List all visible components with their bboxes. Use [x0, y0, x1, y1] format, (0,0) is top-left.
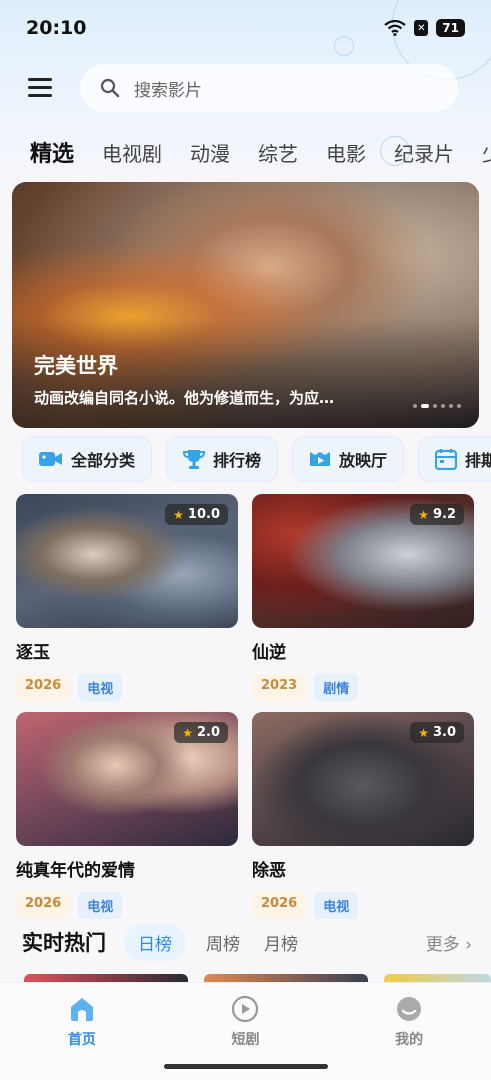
- tab-weekly[interactable]: 周榜: [206, 930, 240, 955]
- star-icon: ★: [182, 725, 193, 740]
- quick-link-label: 全部分类: [71, 451, 136, 470]
- tab-tv-series[interactable]: 电视剧: [102, 138, 162, 167]
- card-title[interactable]: 仙逆: [252, 638, 474, 664]
- category-tabs: 精选 电视剧 动漫 综艺 电影 纪录片 少: [0, 132, 491, 172]
- all-categories-button[interactable]: 全部分类: [22, 436, 153, 482]
- rating-badge: ★ 9.2: [410, 504, 464, 525]
- rating-value: 2.0: [196, 725, 220, 740]
- tab-kids[interactable]: 少: [482, 138, 491, 167]
- card-tags: 2026 电视: [252, 892, 474, 919]
- card-tags: 2023 剧情: [252, 674, 474, 701]
- screening-hall-button[interactable]: 放映厅: [292, 436, 405, 482]
- poster-image[interactable]: ★ 10.0: [16, 494, 238, 628]
- star-icon: ★: [173, 507, 184, 522]
- menu-icon[interactable]: [28, 78, 52, 98]
- star-icon: ★: [418, 725, 429, 740]
- battery-indicator: 71: [436, 19, 465, 37]
- card-title[interactable]: 除恶: [252, 856, 474, 882]
- section-title: 实时热门: [22, 931, 106, 955]
- type-tag: 剧情: [314, 674, 359, 701]
- banner-dot: [449, 404, 453, 408]
- status-bar: 20:10 ✕ 71: [0, 0, 491, 56]
- ranking-button[interactable]: 排行榜: [166, 436, 279, 482]
- play-circle-icon: [232, 995, 259, 1023]
- search-icon: [100, 78, 120, 98]
- banner-pagination: [413, 404, 461, 408]
- featured-banner[interactable]: 完美世界 动画改编自同名小说。他为修道而生，为应…: [12, 182, 479, 428]
- video-camera-icon: [39, 452, 62, 466]
- rating-value: 9.2: [432, 507, 456, 522]
- search-placeholder: 搜索影片: [134, 80, 202, 101]
- banner-dot: [441, 404, 445, 408]
- tab-anime[interactable]: 动漫: [190, 138, 230, 167]
- more-link[interactable]: 更多 ›: [426, 930, 472, 955]
- year-tag: 2026: [252, 892, 307, 919]
- trending-header: 实时热门 日榜 周榜 月榜 更多 ›: [22, 920, 472, 964]
- rating-badge: ★ 10.0: [165, 504, 228, 525]
- play-screen-icon: [310, 452, 331, 466]
- year-tag: 2026: [16, 674, 71, 701]
- tab-daily[interactable]: 日榜: [124, 923, 186, 961]
- media-card[interactable]: ★ 9.2 仙逆 2023 剧情: [252, 494, 474, 701]
- card-title[interactable]: 纯真年代的爱情: [16, 856, 238, 882]
- quick-link-label: 排期: [465, 451, 491, 470]
- star-icon: ★: [418, 507, 429, 522]
- tab-variety[interactable]: 综艺: [258, 138, 298, 167]
- card-title[interactable]: 逐玉: [16, 638, 238, 664]
- home-indicator[interactable]: [164, 1064, 328, 1069]
- poster-image[interactable]: ★ 2.0: [16, 712, 238, 846]
- quick-link-label: 放映厅: [339, 451, 388, 470]
- media-card[interactable]: ★ 2.0 纯真年代的爱情 2026 电视: [16, 712, 238, 919]
- calendar-icon: [435, 449, 458, 470]
- tab-featured[interactable]: 精选: [30, 136, 74, 168]
- banner-description: 动画改编自同名小说。他为修道而生，为应…: [34, 389, 335, 407]
- quick-link-label: 排行榜: [213, 451, 262, 470]
- search-input[interactable]: 搜索影片: [80, 64, 458, 112]
- rating-value: 10.0: [187, 507, 220, 522]
- type-tag: 电视: [314, 892, 359, 919]
- wifi-icon: [384, 20, 406, 36]
- poster-image[interactable]: ★ 3.0: [252, 712, 474, 846]
- year-tag: 2026: [16, 892, 71, 919]
- poster-image[interactable]: ★ 9.2: [252, 494, 474, 628]
- type-tag: 电视: [78, 674, 123, 701]
- schedule-button[interactable]: 排期: [418, 436, 491, 482]
- battery-level: 71: [442, 21, 459, 35]
- status-time: 20:10: [26, 17, 87, 39]
- nav-label: 我的: [395, 1032, 424, 1048]
- card-tags: 2026 电视: [16, 674, 238, 701]
- banner-dot-active: [421, 404, 429, 408]
- banner-dot: [457, 404, 461, 408]
- banner-dot: [413, 404, 417, 408]
- nav-label: 短剧: [231, 1032, 260, 1048]
- media-card[interactable]: ★ 3.0 除恶 2026 电视: [252, 712, 474, 919]
- home-icon: [70, 998, 93, 1021]
- chevron-right-icon: ›: [465, 935, 472, 955]
- tab-documentary[interactable]: 纪录片: [394, 138, 454, 167]
- year-tag: 2023: [252, 674, 307, 701]
- status-icons: ✕ 71: [384, 19, 465, 37]
- card-tags: 2026 电视: [16, 892, 238, 919]
- tab-monthly[interactable]: 月榜: [264, 930, 298, 955]
- nav-home[interactable]: 首页: [22, 995, 142, 1080]
- nav-label: 首页: [67, 1032, 96, 1048]
- bluetooth-icon: ✕: [414, 20, 429, 36]
- trophy-icon: [183, 450, 206, 469]
- tab-movie[interactable]: 电影: [326, 138, 366, 167]
- type-tag: 电视: [78, 892, 123, 919]
- profile-icon: [397, 997, 422, 1021]
- rating-badge: ★ 3.0: [410, 722, 464, 743]
- rating-value: 3.0: [432, 725, 456, 740]
- media-card[interactable]: ★ 10.0 逐玉 2026 电视: [16, 494, 238, 701]
- quick-links: 全部分类 排行榜 放映厅 排期: [0, 436, 491, 484]
- banner-title: 完美世界: [34, 354, 118, 378]
- banner-dot: [433, 404, 437, 408]
- nav-profile[interactable]: 我的: [349, 995, 469, 1080]
- search-row: 搜索影片: [0, 64, 491, 112]
- more-label: 更多: [425, 935, 460, 955]
- rating-badge: ★ 2.0: [174, 722, 228, 743]
